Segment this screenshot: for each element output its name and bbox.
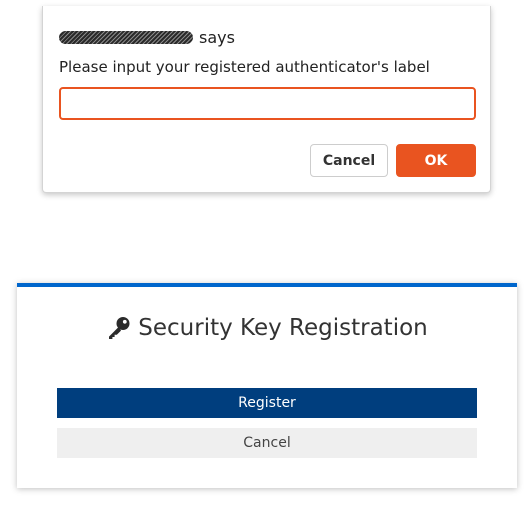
register-button[interactable]: Register <box>57 388 477 418</box>
prompt-dialog: says Please input your registered authen… <box>42 6 491 193</box>
prompt-message: Please input your registered authenticat… <box>59 58 430 76</box>
panel-title-text: Security Key Registration <box>138 315 428 341</box>
prompt-header: says <box>59 26 235 48</box>
prompt-says-label: says <box>199 27 235 47</box>
panel-title: Security Key Registration <box>17 315 517 341</box>
panel-cancel-button[interactable]: Cancel <box>57 428 477 458</box>
security-key-registration-panel: Security Key Registration Register Cance… <box>17 283 517 488</box>
key-icon <box>106 315 132 341</box>
prompt-cancel-button[interactable]: Cancel <box>310 144 388 177</box>
redacted-origin <box>59 30 193 44</box>
authenticator-label-input[interactable] <box>59 87 476 120</box>
prompt-ok-button[interactable]: OK <box>396 144 476 177</box>
